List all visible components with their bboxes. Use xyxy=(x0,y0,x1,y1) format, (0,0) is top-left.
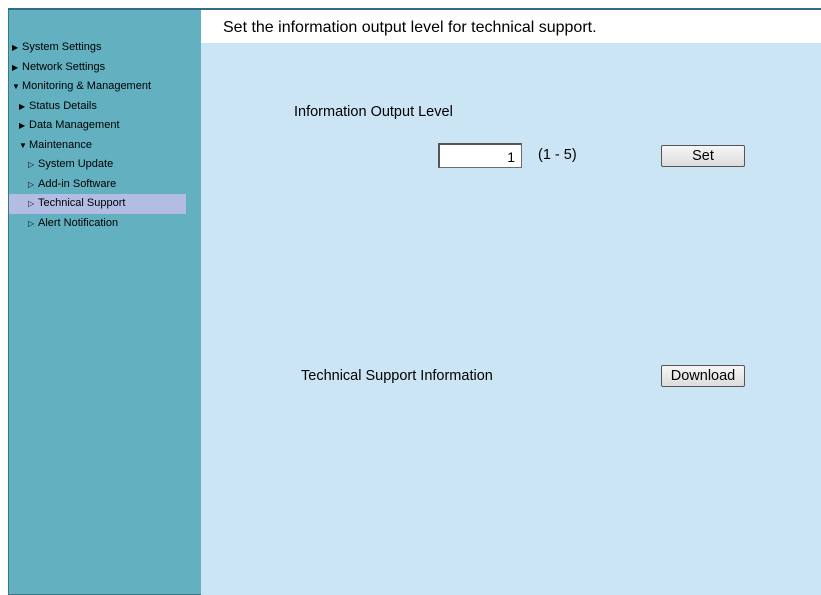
sidebar-item-label: Alert Notification xyxy=(38,216,119,229)
page-arrow-icon: ▷ xyxy=(28,218,35,228)
expand-arrow-icon: ▶ xyxy=(19,101,26,111)
sidebar-item-label: Add-in Software xyxy=(38,177,117,190)
tech-support-info-label: Technical Support Information xyxy=(301,368,493,384)
page-description: Set the information output level for tec… xyxy=(223,19,597,36)
collapse-arrow-icon: ▼ xyxy=(19,140,27,150)
sidebar-item-label: Network Settings xyxy=(22,60,106,73)
expand-arrow-icon: ▶ xyxy=(12,43,19,52)
page-arrow-icon: ▷ xyxy=(28,160,35,169)
sidebar-item-add-in-software[interactable]: ▷ Add-in Software xyxy=(9,175,202,195)
description-bar: Set the information output level for tec… xyxy=(201,10,821,43)
sidebar-item-status-details[interactable]: ▶ Status Details xyxy=(9,97,202,117)
sidebar-item-maintenance[interactable]: ▼ Maintenance xyxy=(9,136,202,156)
sidebar-item-label: System Update xyxy=(38,158,114,170)
sidebar-item-label: System Settings xyxy=(22,41,102,53)
collapse-arrow-icon: ▼ xyxy=(12,82,20,91)
sidebar-item-network-settings[interactable]: ▶ Network Settings xyxy=(9,58,202,78)
sidebar-item-label: Data Management xyxy=(29,119,120,131)
main-panel: Set the information output level for tec… xyxy=(201,10,821,595)
sidebar-item-system-settings[interactable]: ▶ System Settings xyxy=(9,38,202,58)
sidebar-item-system-update[interactable]: ▷ System Update xyxy=(9,155,202,175)
sidebar-item-label: Technical Support xyxy=(38,197,126,209)
sidebar: ▶ System Settings ▶ Network Settings ▼ Moni… xyxy=(8,10,201,595)
sidebar-item-label: Maintenance xyxy=(29,138,92,151)
output-level-label: Information Output Level xyxy=(294,104,453,120)
page-arrow-icon: ▷ xyxy=(28,179,35,189)
sidebar-item-technical-support[interactable]: ▷ Technical Support xyxy=(9,194,186,214)
output-level-input[interactable] xyxy=(438,143,522,168)
sidebar-item-alert-notification[interactable]: ▷ Alert Notification xyxy=(9,214,202,234)
download-button[interactable]: Download xyxy=(661,365,745,387)
sidebar-item-label: Monitoring & Management xyxy=(22,80,152,92)
sidebar-nav: ▶ System Settings ▶ Network Settings ▼ Moni… xyxy=(9,38,202,233)
page-arrow-icon: ▷ xyxy=(28,199,35,208)
sidebar-item-monitoring-management[interactable]: ▼ Monitoring & Management xyxy=(9,77,202,97)
expand-arrow-icon: ▶ xyxy=(12,62,19,72)
sidebar-item-data-management[interactable]: ▶ Data Management xyxy=(9,116,202,136)
set-button[interactable]: Set xyxy=(661,145,745,167)
expand-arrow-icon: ▶ xyxy=(19,121,26,130)
sidebar-item-label: Status Details xyxy=(29,99,97,112)
output-level-range: (1 - 5) xyxy=(538,147,577,163)
app-frame: ▶ System Settings ▶ Network Settings ▼ Moni… xyxy=(8,8,821,595)
